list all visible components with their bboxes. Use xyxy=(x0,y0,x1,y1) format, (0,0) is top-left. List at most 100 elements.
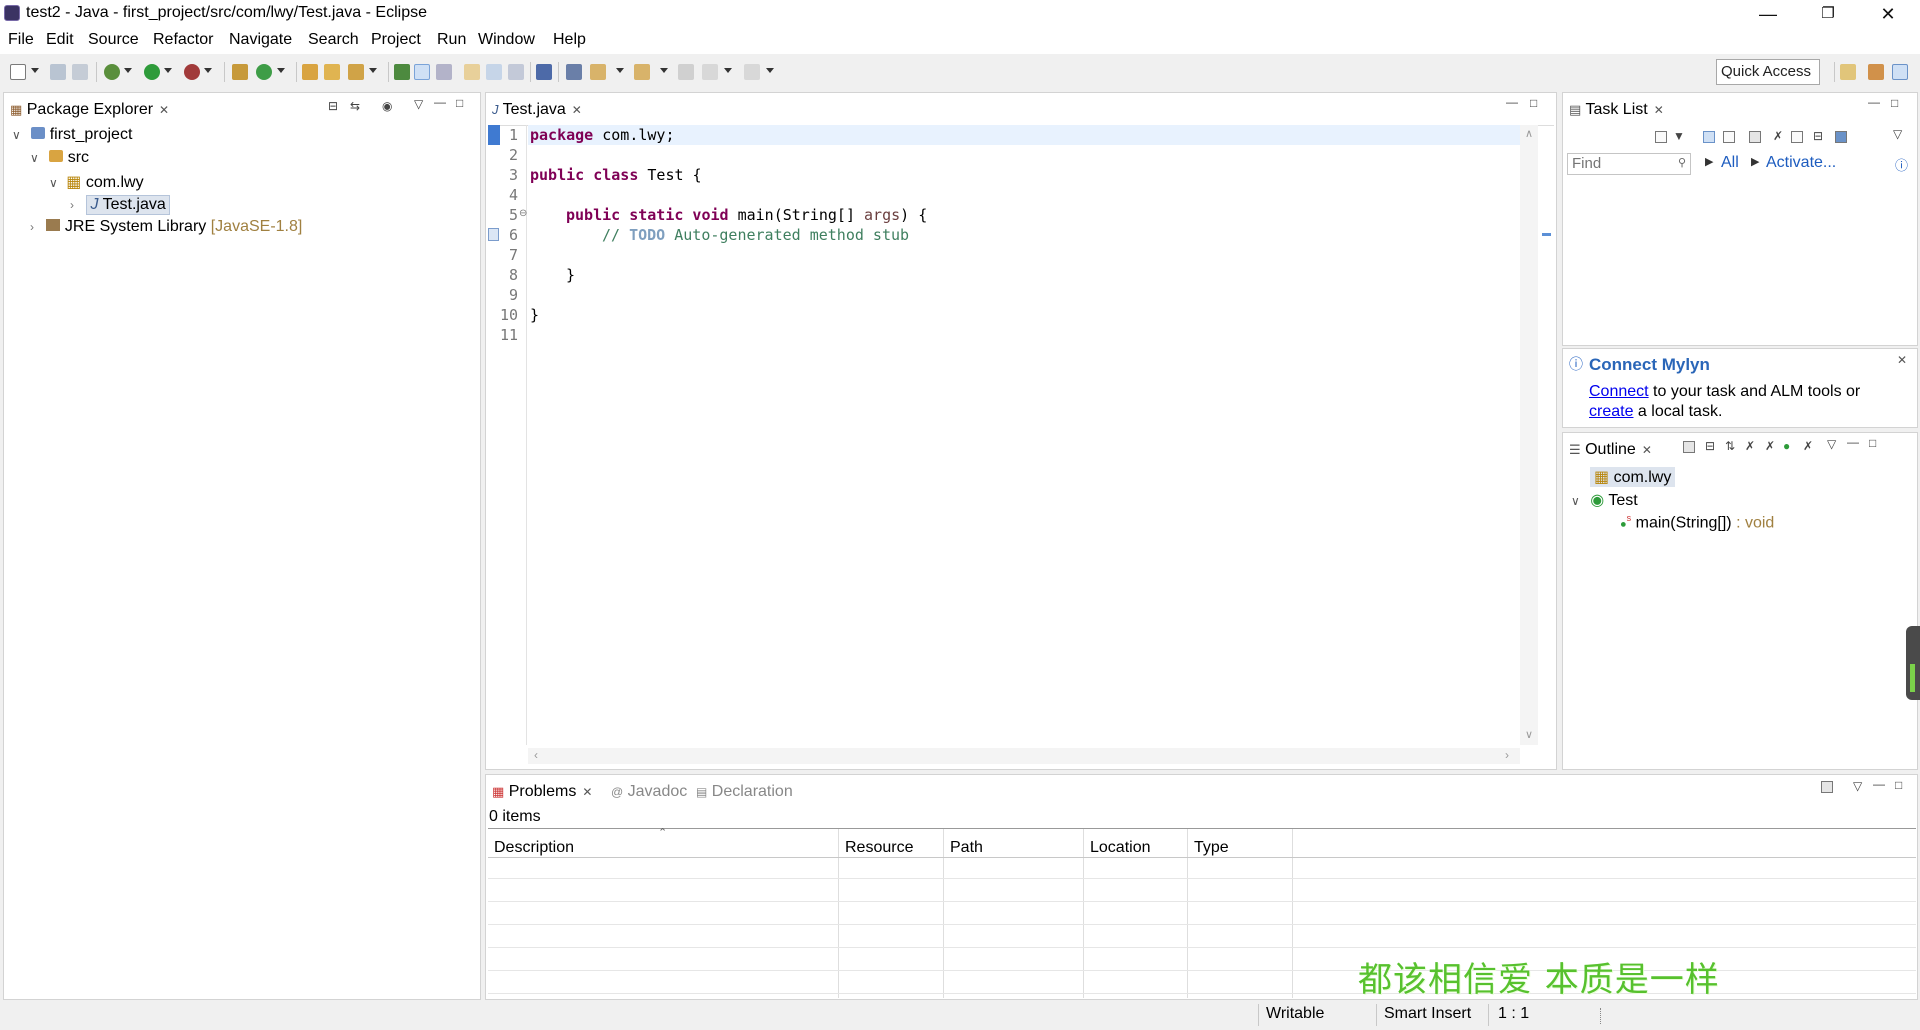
pin-icon[interactable] xyxy=(678,64,694,80)
hide-local-types-icon[interactable]: ✗ xyxy=(1803,439,1813,453)
activate-link[interactable]: Activate... xyxy=(1766,154,1836,172)
forward-dropdown-icon[interactable] xyxy=(766,68,774,73)
tree-item-src[interactable]: ∨ src xyxy=(30,149,89,167)
tab-outline[interactable]: ☰ Outline ✕ xyxy=(1569,441,1652,459)
focus-icon[interactable]: ◉ xyxy=(382,99,392,113)
column-location[interactable]: Location xyxy=(1090,839,1151,857)
close-tab-icon[interactable]: ✕ xyxy=(572,103,582,117)
help-icon[interactable]: ⓘ xyxy=(1895,155,1908,174)
minimize-view-icon[interactable]: — xyxy=(1847,435,1859,449)
hide-static-icon[interactable]: ✗ xyxy=(1765,439,1775,453)
overview-ruler-marker[interactable] xyxy=(1542,233,1551,236)
mark-occurrences-icon[interactable] xyxy=(414,64,430,80)
console-icon[interactable] xyxy=(536,64,552,80)
maximize-view-icon[interactable]: □ xyxy=(1869,436,1876,450)
close-icon[interactable]: ✕ xyxy=(1897,353,1907,367)
save-icon[interactable] xyxy=(50,64,66,80)
next-annotation-icon[interactable] xyxy=(566,64,582,80)
java-perspective-icon[interactable] xyxy=(1892,64,1908,80)
collapse-all-icon[interactable]: ⊟ xyxy=(1705,439,1715,453)
hide-non-public-icon[interactable]: ● xyxy=(1783,439,1790,453)
new-dropdown-icon[interactable] xyxy=(31,68,39,73)
menu-source[interactable]: Source xyxy=(88,31,139,49)
run-icon[interactable] xyxy=(144,64,160,80)
close-window-button[interactable]: ✕ xyxy=(1860,0,1916,28)
view-menu-icon[interactable]: ▽ xyxy=(414,97,423,111)
editor-horizontal-scrollbar[interactable] xyxy=(528,748,1520,764)
sort-icon[interactable]: ⇅ xyxy=(1725,439,1735,453)
open-perspective-icon[interactable] xyxy=(1840,64,1856,80)
toggle-word-wrap-icon[interactable] xyxy=(486,64,502,80)
outline-item-method[interactable]: ●s main(String[]) : void xyxy=(1620,513,1774,532)
tab-javadoc[interactable]: @ Javadoc xyxy=(611,783,687,801)
menu-refactor[interactable]: Refactor xyxy=(153,31,213,49)
fold-icon[interactable]: ⊖ xyxy=(519,208,527,219)
code-line-1[interactable]: package com.lwy; xyxy=(530,126,675,144)
new-icon[interactable] xyxy=(10,64,26,80)
external-tools-dropdown-icon[interactable] xyxy=(204,68,212,73)
search-icon[interactable] xyxy=(348,64,364,80)
focus-workweek-icon[interactable] xyxy=(1749,131,1761,143)
code-line-6[interactable]: // TODO Auto-generated method stub xyxy=(602,226,909,244)
new-task-dropdown-icon[interactable]: ▼ xyxy=(1673,129,1685,143)
tree-item-jre[interactable]: › JRE System Library [JavaSE-1.8] xyxy=(30,218,302,236)
menu-search[interactable]: Search xyxy=(308,31,359,49)
maximize-view-icon[interactable]: □ xyxy=(1891,96,1898,110)
back-dropdown-icon[interactable] xyxy=(724,68,732,73)
all-link[interactable]: All xyxy=(1721,154,1739,172)
code-line-8[interactable]: } xyxy=(566,266,575,284)
new-java-package-icon[interactable] xyxy=(232,64,248,80)
close-tab-icon[interactable]: ✕ xyxy=(1654,103,1664,117)
link-icon[interactable] xyxy=(1835,131,1847,143)
new-class-dropdown-icon[interactable] xyxy=(277,68,285,73)
tab-declaration[interactable]: ▤ Declaration xyxy=(696,783,793,801)
minimize-view-icon[interactable]: — xyxy=(1506,95,1518,109)
minimize-view-icon[interactable]: — xyxy=(1873,777,1885,791)
menu-navigate[interactable]: Navigate xyxy=(229,31,292,49)
run-dropdown-icon[interactable] xyxy=(164,68,172,73)
view-menu-icon[interactable]: ▽ xyxy=(1853,779,1862,793)
column-resource[interactable]: Resource xyxy=(845,839,913,857)
connect-link[interactable]: Connect xyxy=(1589,383,1649,400)
show-source-icon[interactable] xyxy=(508,64,524,80)
create-link[interactable]: create xyxy=(1589,403,1633,420)
debug-dropdown-icon[interactable] xyxy=(124,68,132,73)
maximize-view-icon[interactable]: □ xyxy=(1895,778,1902,792)
tab-problems[interactable]: ▦ Problems ✕ xyxy=(492,783,592,801)
toggle-breadcrumb-icon[interactable] xyxy=(394,64,410,80)
scheduled-icon[interactable] xyxy=(1723,131,1735,143)
search-dropdown-icon[interactable] xyxy=(369,68,377,73)
edit-dropdown-icon[interactable] xyxy=(616,68,624,73)
last-edit-location-icon[interactable] xyxy=(634,64,650,80)
tree-item-project[interactable]: ∨ first_project xyxy=(12,126,132,144)
debug-icon[interactable] xyxy=(104,64,120,80)
menu-run[interactable]: Run xyxy=(437,31,466,49)
maximize-view-icon[interactable]: □ xyxy=(456,96,463,110)
minimize-view-icon[interactable]: — xyxy=(1868,95,1880,109)
hide-completed-icon[interactable]: ✗ xyxy=(1773,129,1783,143)
last-edit-dropdown-icon[interactable] xyxy=(660,68,668,73)
outline-item-package[interactable]: ▦ com.lwy xyxy=(1590,467,1676,487)
collapse-all-icon[interactable]: ⊟ xyxy=(328,99,338,113)
save-all-icon[interactable] xyxy=(72,64,88,80)
code-line-5[interactable]: public static void main(String[] args) { xyxy=(566,206,927,224)
minimize-view-icon[interactable]: — xyxy=(434,95,446,109)
quick-access-input[interactable]: Quick Access xyxy=(1716,59,1820,85)
back-icon[interactable] xyxy=(702,64,718,80)
column-description[interactable]: Description xyxy=(494,839,574,857)
tree-item-file[interactable]: › J Test.java xyxy=(70,195,170,215)
column-path[interactable]: Path xyxy=(950,839,983,857)
code-line-10[interactable]: } xyxy=(530,306,539,324)
scroll-down-icon[interactable]: ∨ xyxy=(1525,728,1533,741)
outline-item-class[interactable]: ∨ ◉ Test xyxy=(1571,490,1638,510)
sync-icon[interactable] xyxy=(1791,131,1803,143)
link-with-editor-icon[interactable]: ⇆ xyxy=(350,99,360,113)
tab-task-list[interactable]: ▤ Task List ✕ xyxy=(1569,101,1664,119)
find-field[interactable]: ⚲ xyxy=(1567,153,1691,175)
forward-icon[interactable] xyxy=(744,64,760,80)
external-tools-icon[interactable] xyxy=(184,64,200,80)
focus-icon[interactable] xyxy=(1683,441,1695,453)
new-task-icon[interactable] xyxy=(1655,131,1667,143)
view-menu-icon[interactable]: ▽ xyxy=(1827,437,1836,451)
hide-fields-icon[interactable]: ✗ xyxy=(1745,439,1755,453)
